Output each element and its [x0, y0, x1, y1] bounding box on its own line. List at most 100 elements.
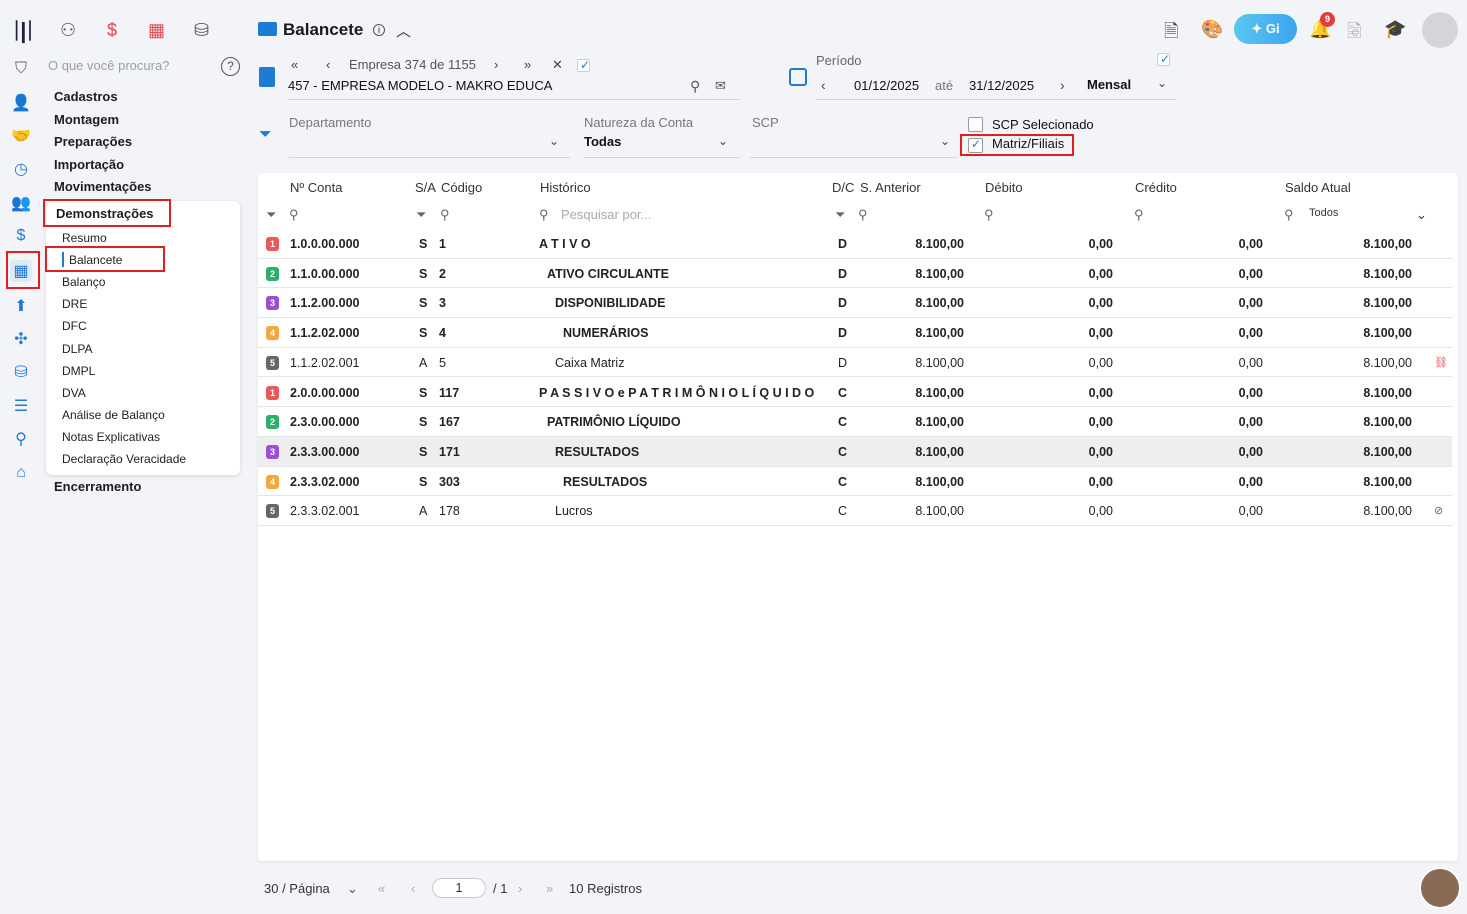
chevron-up-icon[interactable]: ︿	[396, 20, 411, 41]
submenu-balanco[interactable]: Balanço	[62, 275, 105, 289]
page-input[interactable]: 1	[432, 878, 486, 898]
prev-company-icon[interactable]: ‹	[326, 57, 330, 72]
saldo-search-icon[interactable]: ⚲	[1284, 207, 1294, 223]
last-company-icon[interactable]: »	[524, 57, 531, 72]
palette-icon[interactable]: 🎨	[1201, 19, 1223, 40]
submenu-resumo[interactable]: Resumo	[62, 231, 107, 245]
col-dc[interactable]: D/C	[832, 180, 854, 195]
filter-icon[interactable]: ⛉	[10, 58, 32, 80]
saldo-chevron-icon[interactable]: ⌄	[1416, 207, 1427, 223]
dept-chevron-icon[interactable]: ⌄	[549, 134, 559, 148]
money-bag-icon[interactable]: ⛁	[10, 361, 32, 383]
col-historico[interactable]: Histórico	[540, 180, 591, 195]
search-input[interactable]: O que você procura?	[48, 58, 169, 73]
table-row[interactable]: 1 1.0.0.00.000 S 1 D A T I V O 8.100,00 0,00 0,0…	[258, 229, 1452, 259]
next-company-icon[interactable]: ›	[494, 57, 498, 72]
credito-search-icon[interactable]: ⚲	[1134, 207, 1144, 223]
dollar-module-icon[interactable]: $	[107, 20, 117, 41]
company-checkbox[interactable]	[577, 58, 590, 72]
company-field[interactable]: 457 - EMPRESA MODELO - MAKRO EDUCA	[288, 78, 740, 100]
historico-search-input[interactable]: Pesquisar por...	[561, 207, 651, 222]
menu-encerramento[interactable]: Encerramento	[54, 479, 141, 494]
scp-selected-checkbox[interactable]	[968, 117, 983, 132]
next-period-icon[interactable]: ›	[1060, 77, 1065, 93]
col-conta[interactable]: Nº Conta	[290, 180, 342, 195]
conta-search-icon[interactable]: ⚲	[289, 207, 299, 223]
historico-search-icon[interactable]: ⚲	[539, 207, 549, 223]
nature-chevron-icon[interactable]: ⌄	[718, 134, 728, 148]
table-row[interactable]: 5 2.3.3.02.001 A 178 C Lucros 8.100,00 0,00 0,00…	[258, 496, 1452, 526]
per-page-select[interactable]: 30 / Página	[264, 881, 330, 896]
submenu-dfc[interactable]: DFC	[62, 319, 87, 333]
menu-montagem[interactable]: Montagem	[54, 112, 119, 127]
link-icon[interactable]: ⛓	[1434, 356, 1448, 369]
submenu-declaracao[interactable]: Declaração Veracidade	[62, 452, 186, 466]
row-filter-icon[interactable]: ⏷	[266, 207, 276, 223]
sa-filter-icon[interactable]: ⏷	[416, 207, 426, 223]
document-icon[interactable]: 🗎	[1164, 19, 1178, 49]
table-row[interactable]: 1 2.0.0.00.000 S 117 C P A S S I V O e P A T …	[258, 378, 1452, 408]
table-row[interactable]: 4 2.3.3.02.000 S 303 C RESULTADOS 8.100,00 0,00…	[258, 467, 1452, 497]
home-icon[interactable]: ⌂	[10, 462, 32, 484]
col-sa[interactable]: S/A	[415, 180, 436, 195]
table-row[interactable]: 2 2.3.0.00.000 S 167 C PATRIMÔNIO LÍQUIDO 8.10…	[258, 407, 1452, 437]
grid-module-icon[interactable]: ▦	[148, 20, 165, 41]
info-icon[interactable]: i	[373, 24, 385, 36]
saldo-filter-select[interactable]: Todos	[1309, 207, 1338, 219]
scp-select[interactable]	[750, 134, 958, 158]
col-codigo[interactable]: Código	[441, 180, 482, 195]
table-row[interactable]: 3 1.1.2.00.000 S 3 D DISPONIBILIDADE 8.100,00 0…	[258, 288, 1452, 319]
col-anterior[interactable]: S. Anterior	[860, 180, 921, 195]
submenu-analise[interactable]: Análise de Balanço	[62, 408, 165, 422]
ai-assistant-button[interactable]: ✦ Gi	[1234, 14, 1297, 44]
unlink-icon[interactable]: ⊘	[1434, 504, 1443, 517]
submenu-dlpa[interactable]: DLPA	[62, 342, 92, 356]
debito-search-icon[interactable]: ⚲	[984, 207, 994, 223]
periodicity-select[interactable]: Mensal	[1087, 77, 1131, 92]
chevron-down-icon[interactable]: ⌄	[1157, 76, 1167, 90]
layers-icon[interactable]: ☰	[10, 395, 32, 417]
first-company-icon[interactable]: «	[291, 57, 298, 72]
menu-importacao[interactable]: Importação	[54, 157, 124, 172]
people-icon[interactable]: 👥	[10, 192, 32, 214]
table-row[interactable]: 5 1.1.2.02.001 A 5 D Caixa Matriz 8.100,00 0,00…	[258, 348, 1452, 378]
anterior-search-icon[interactable]: ⚲	[858, 207, 868, 223]
submenu-dva[interactable]: DVA	[62, 386, 86, 400]
prev-page-icon[interactable]: ‹	[411, 881, 415, 896]
period-checkbox[interactable]	[1157, 52, 1170, 66]
per-page-chevron-icon[interactable]: ⌄	[347, 881, 358, 897]
col-debito[interactable]: Débito	[985, 180, 1023, 195]
col-credito[interactable]: Crédito	[1135, 180, 1177, 195]
handshake-icon[interactable]: 🤝	[10, 125, 32, 147]
date-from[interactable]: 01/12/2025	[854, 78, 919, 93]
mail-icon[interactable]: ✉	[715, 78, 726, 94]
dept-select[interactable]	[289, 134, 570, 158]
user-add-icon[interactable]: 👤	[10, 92, 32, 114]
first-page-icon[interactable]: «	[378, 881, 385, 896]
graduation-cap-icon[interactable]: 🎓	[1384, 19, 1406, 40]
date-to[interactable]: 31/12/2025	[969, 78, 1034, 93]
clock-icon[interactable]: ◷	[10, 158, 32, 180]
assistant-avatar[interactable]	[1419, 867, 1461, 909]
search-icon[interactable]: ⚲	[10, 428, 32, 450]
people-module-icon[interactable]: ⚇	[60, 20, 76, 41]
user-avatar[interactable]	[1422, 12, 1458, 48]
nature-select[interactable]: Todas	[584, 134, 740, 158]
prev-period-icon[interactable]: ‹	[821, 77, 826, 93]
network-icon[interactable]: ✣	[10, 328, 32, 350]
menu-cadastros[interactable]: Cadastros	[54, 89, 118, 104]
submenu-dre[interactable]: DRE	[62, 297, 87, 311]
menu-preparacoes[interactable]: Preparações	[54, 134, 132, 149]
chart-up-icon[interactable]: ⬆	[10, 295, 32, 317]
table-row[interactable]: 4 1.1.2.02.000 S 4 D NUMERÁRIOS 8.100,00 0,00 0,…	[258, 318, 1452, 348]
close-icon[interactable]: ✕	[552, 57, 563, 73]
company-search-icon[interactable]: ⚲	[690, 78, 700, 95]
scp-chevron-icon[interactable]: ⌄	[940, 134, 950, 148]
dc-filter-icon[interactable]: ⏷	[835, 207, 845, 223]
dollar-icon[interactable]: $	[10, 225, 32, 247]
app-logo[interactable]: ᛁ|ᛁ	[10, 18, 37, 44]
submenu-notas[interactable]: Notas Explicativas	[62, 430, 160, 444]
submenu-dmpl[interactable]: DMPL	[62, 364, 95, 378]
col-saldo[interactable]: Saldo Atual	[1285, 180, 1351, 195]
table-row[interactable]: 3 2.3.3.00.000 S 171 C RESULTADOS 8.100,00 0,00…	[258, 436, 1452, 467]
